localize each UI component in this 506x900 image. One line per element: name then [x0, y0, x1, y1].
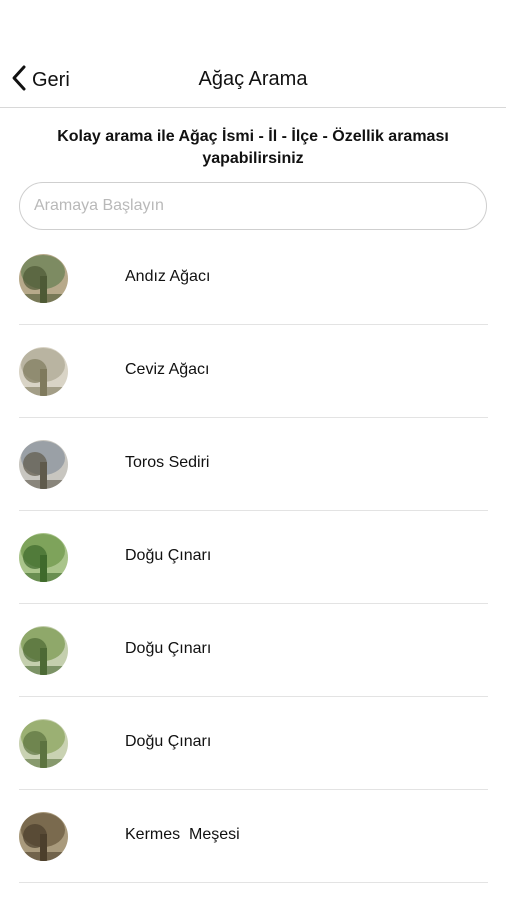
status-bar-area: [0, 0, 506, 52]
navigation-bar: Geri Ağaç Arama: [0, 52, 506, 108]
tree-name: Kermes Meşesi: [125, 826, 240, 843]
search-instructions: Kolay arama ile Ağaç İsmi - İl - İlçe - …: [57, 128, 449, 167]
tree-name: Doğu Çınarı: [125, 547, 212, 564]
tree-name: Andız Ağacı: [125, 268, 211, 285]
tree-thumbnail: [19, 347, 68, 396]
tree-name: Doğu Çınarı: [125, 640, 212, 657]
tree-thumbnail: [19, 533, 68, 582]
tree-thumbnail: [19, 254, 68, 303]
tree-name: Ceviz Ağacı: [125, 361, 210, 378]
tree-list: Andız Ağacı Ceviz Ağacı Toros Sediri Doğu Ç…: [0, 232, 506, 883]
tree-list-item[interactable]: Kermes Meşesi: [0, 790, 506, 883]
page-title: Ağaç Arama: [198, 68, 308, 90]
tree-list-item[interactable]: Doğu Çınarı: [0, 604, 506, 697]
tree-name: Doğu Çınarı: [125, 733, 212, 750]
tree-list-item[interactable]: Doğu Çınarı: [0, 697, 506, 790]
tree-thumbnail: [19, 812, 68, 861]
tree-name: Toros Sediri: [125, 454, 210, 471]
row-divider: [19, 882, 488, 883]
tree-list-item[interactable]: Ceviz Ağacı: [0, 325, 506, 418]
tree-list-item[interactable]: Toros Sediri: [0, 418, 506, 511]
tree-list-item[interactable]: Andız Ağacı: [0, 232, 506, 325]
tree-thumbnail: [19, 440, 68, 489]
search-field[interactable]: [19, 182, 487, 230]
tree-thumbnail: [19, 719, 68, 768]
tree-thumbnail: [19, 626, 68, 675]
search-input[interactable]: [20, 183, 486, 229]
tree-list-item[interactable]: Doğu Çınarı: [0, 511, 506, 604]
